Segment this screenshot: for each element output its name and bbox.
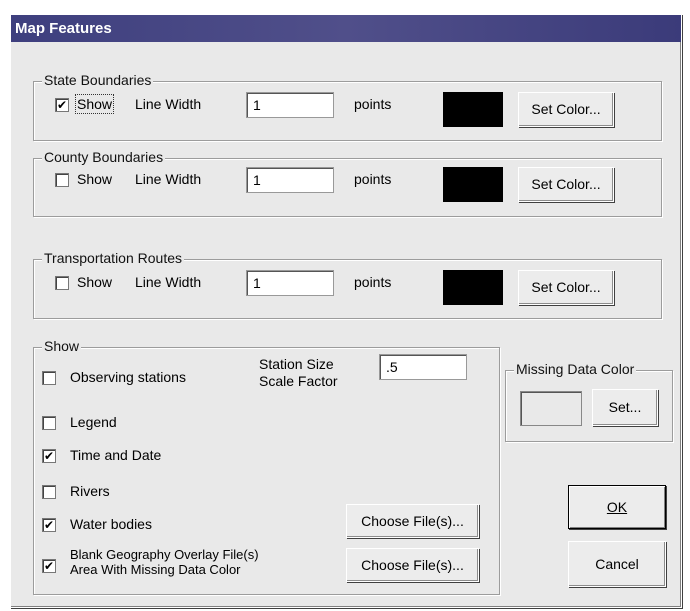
missing-data-color-title: Missing Data Color [514, 361, 637, 377]
state-units-label: points [354, 96, 392, 112]
missing-data-set-button[interactable]: Set... [592, 389, 658, 426]
transport-color-swatch [443, 270, 503, 305]
county-show-checkbox[interactable] [55, 173, 69, 187]
county-set-color-button[interactable]: Set Color... [518, 167, 614, 202]
transport-show-checkbox[interactable] [55, 276, 69, 290]
choose-files-water-button[interactable]: Choose File(s)... [346, 504, 479, 538]
show-group: Show Observing stations Station Size Sca… [33, 338, 500, 595]
show-group-title: Show [42, 338, 82, 354]
time-date-label: Time and Date [70, 447, 162, 463]
transport-units-label: points [354, 274, 392, 290]
state-line-width-label: Line Width [135, 96, 202, 112]
station-size-input[interactable]: .5 [379, 354, 467, 380]
water-bodies-checkbox[interactable]: ✔ [42, 518, 56, 532]
transport-line-width-label: Line Width [135, 274, 202, 290]
time-date-checkbox[interactable]: ✔ [42, 449, 56, 463]
transportation-routes-group: Transportation Routes Show Line Width 1 … [33, 250, 662, 319]
ok-button[interactable]: OK [568, 485, 666, 529]
state-line-width-input[interactable]: 1 [246, 92, 334, 118]
transport-show-label: Show [77, 274, 113, 290]
county-show-label: Show [77, 171, 113, 187]
state-set-color-button[interactable]: Set Color... [518, 92, 614, 127]
missing-data-color-group: Missing Data Color Set... [505, 361, 673, 442]
rivers-checkbox[interactable] [42, 485, 56, 499]
state-show-label: Show [74, 94, 115, 114]
observing-stations-checkbox[interactable] [42, 371, 56, 385]
missing-data-color-swatch [520, 391, 582, 426]
transport-set-color-button[interactable]: Set Color... [518, 270, 614, 305]
county-color-swatch [443, 167, 503, 202]
state-color-swatch [443, 92, 503, 127]
scale-factor-label: Scale Factor [259, 373, 338, 389]
observing-stations-label: Observing stations [70, 369, 186, 385]
choose-files-blank-geography-button[interactable]: Choose File(s)... [346, 548, 479, 582]
cancel-button[interactable]: Cancel [568, 541, 666, 587]
blank-geography-label: Blank Geography Overlay File(s) [70, 547, 259, 562]
county-units-label: points [354, 171, 392, 187]
county-boundaries-title: County Boundaries [42, 149, 166, 165]
dialog-title: Map Features [11, 15, 681, 42]
state-show-checkbox[interactable]: ✔ [55, 98, 69, 112]
map-features-dialog: Map Features State Boundaries ✔ Show Lin… [10, 14, 682, 608]
county-line-width-input[interactable]: 1 [246, 167, 334, 193]
station-size-label: Station Size [259, 356, 334, 372]
water-bodies-label: Water bodies [70, 516, 152, 532]
state-boundaries-group: State Boundaries ✔ Show Line Width 1 poi… [33, 72, 662, 141]
cancel-button-label: Cancel [595, 556, 639, 572]
missing-data-area-label: Area With Missing Data Color [70, 562, 241, 577]
transportation-routes-title: Transportation Routes [42, 250, 184, 266]
rivers-label: Rivers [70, 483, 110, 499]
county-boundaries-group: County Boundaries Show Line Width 1 poin… [33, 149, 662, 217]
county-line-width-label: Line Width [135, 171, 202, 187]
transport-line-width-input[interactable]: 1 [246, 270, 334, 296]
ok-button-label: OK [606, 499, 628, 515]
legend-checkbox[interactable] [42, 416, 56, 430]
legend-label: Legend [70, 414, 117, 430]
blank-geography-checkbox[interactable]: ✔ [42, 559, 56, 573]
state-boundaries-title: State Boundaries [42, 72, 154, 88]
